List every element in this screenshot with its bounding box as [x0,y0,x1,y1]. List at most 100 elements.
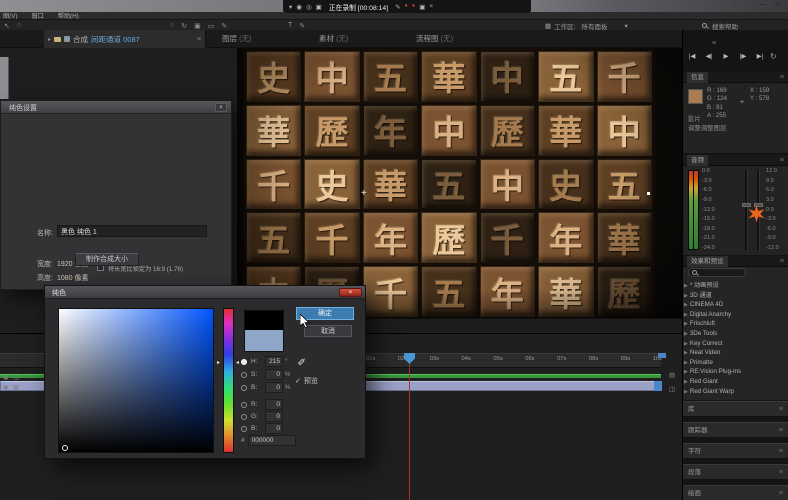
color-field-cursor[interactable] [62,445,68,451]
cancel-button[interactable]: 取消 [304,325,352,337]
panel-menu-icon[interactable]: ≡ [780,74,784,81]
dialog-titlebar[interactable]: 纯色设置 [1,101,231,114]
loop-icon[interactable]: ↻ [770,52,777,61]
slider-handle[interactable] [742,203,751,207]
saturation-brightness-field[interactable] [58,308,214,453]
expand-triangle-icon[interactable]: ▶ [684,369,688,375]
panel-menu-icon[interactable]: ≡ [779,423,783,437]
make-comp-size-button[interactable]: 制作合成大小 [75,253,139,266]
graph-icon[interactable]: ◫ [669,385,675,393]
selection-tool-icon[interactable]: ↖ [4,22,10,30]
channel-radio-b[interactable]: B:0% [241,382,290,393]
effects-category[interactable]: ▶CINEMA 4D [684,300,786,310]
panel-menu-icon[interactable]: ≡ [779,402,783,416]
radio-icon[interactable] [241,414,247,420]
info-panel-title[interactable]: 信息 [687,72,708,83]
effects-category[interactable]: ▶Neat Video [684,348,786,358]
shape-tool-icon[interactable]: ▭ [208,22,215,30]
effects-panel-title[interactable]: 效果和预设 [687,256,728,267]
graph-editor-icon[interactable]: ▤ [13,384,19,391]
name-input[interactable]: 黑色 纯色 1 [57,225,207,237]
work-area-end-marker[interactable] [658,353,666,358]
chevron-down-icon[interactable]: ▾ [289,3,292,11]
expand-triangle-icon[interactable]: ▶ [684,341,688,347]
hex-input[interactable]: 000000 [248,435,296,446]
chevron-down-icon[interactable]: ▾ [624,22,627,30]
effects-category[interactable]: ▶3D 通道 [684,291,786,301]
effects-category[interactable]: ▶* 动画预设 [684,281,786,291]
radio-icon[interactable] [241,359,247,365]
panel-menu-icon[interactable]: ≡ [779,444,783,458]
collapsed-panel-tab[interactable]: 段落≡ [683,464,788,480]
expand-triangle-icon[interactable]: ▶ [684,321,688,327]
close-icon[interactable]: × [776,0,780,10]
text-tool-icon[interactable]: T [288,22,292,29]
hue-arrow-right-icon[interactable]: ◂ [236,359,239,366]
expand-triangle-icon[interactable]: ▶ [684,312,688,318]
close-icon[interactable]: × [215,103,227,112]
audio-panel-title[interactable]: 音频 [687,155,708,166]
camera-icon[interactable]: ▣ [419,3,425,11]
effects-category[interactable]: ▶Frischluft [684,319,786,329]
height-value[interactable]: 1080 像素 [57,273,89,283]
collapsed-panel-tab[interactable]: 跟踪器≡ [683,422,788,438]
close-icon[interactable]: × [429,3,433,11]
pen-icon[interactable]: ✎ [395,3,400,11]
pen-tool-icon[interactable]: ✎ [221,22,227,30]
slider-handle[interactable] [754,203,763,207]
channel-radio-b-rgb[interactable]: B:0 [241,423,285,434]
layer-handle[interactable] [647,192,650,195]
radio-icon[interactable] [241,402,247,408]
rotate-tool-icon[interactable]: ↻ [181,22,187,30]
effects-search-input[interactable] [688,268,746,277]
radio-icon[interactable] [241,372,247,378]
frame-blend-icon[interactable]: ◫ [14,374,20,381]
play-button[interactable]: ▶ [719,51,733,62]
radio-icon[interactable] [241,385,247,391]
tab-composition[interactable]: ▸ 合成 间距通道 0087 ≡ [44,30,206,48]
move-gizmo-icon[interactable]: + [361,188,367,199]
expand-triangle-icon[interactable]: ▶ [684,331,688,337]
radio-icon[interactable] [241,426,247,432]
channel-radio-s[interactable]: S:0% [241,369,290,380]
preview-panel-menu-icon[interactable]: ≡ [712,40,716,47]
composition-mini-icon[interactable]: ▣ [3,374,9,381]
expand-triangle-icon[interactable]: ▶ [684,302,688,308]
camera-tool-icon[interactable]: ▣ [194,22,201,30]
panel-menu-icon[interactable]: ≡ [779,465,783,479]
effects-category[interactable]: ▶3De Tools [684,329,786,339]
next-frame-button[interactable]: |▶ [736,51,750,62]
magnifier-icon[interactable]: ◎ [306,3,312,11]
expand-triangle-icon[interactable]: ▶ [684,379,688,385]
hand-tool-icon[interactable]: ○ [17,22,21,29]
tab-footage[interactable]: 素材 (无) [319,30,349,48]
expand-triangle-icon[interactable]: ▶ [684,283,688,289]
effects-category[interactable]: ▶RE:Vision Plug-ins [684,367,786,377]
audio-slider-left[interactable] [745,170,748,250]
panel-menu-icon[interactable]: ≡ [780,157,784,164]
layer-bar-end-handle[interactable] [654,381,662,391]
channel-radio-r-rgb[interactable]: R:0 [241,399,285,410]
record-dot-icon[interactable]: ● [412,3,415,11]
motion-blur-icon[interactable]: ◉ [3,384,8,391]
collapsed-panel-tab[interactable]: 绘画≡ [683,485,788,500]
tab-flowchart[interactable]: 流程图 (无) [416,30,453,48]
eyedropper-icon[interactable]: ✎ [298,357,309,365]
minimize-icon[interactable]: — [759,0,766,10]
panel-menu-icon[interactable]: ≡ [780,258,784,265]
panel-menu-icon[interactable]: ≡ [197,36,201,43]
effects-category[interactable]: ▶Red Giant [684,377,786,387]
dialog-titlebar[interactable]: 纯色 [45,286,365,299]
channel-radio-g-rgb[interactable]: G:0 [241,411,285,422]
collapsed-panel-tab[interactable]: 库≡ [683,401,788,417]
expand-triangle-icon[interactable]: ▶ [684,389,688,395]
previous-frame-button[interactable]: ◀| [702,51,716,62]
frame-icon[interactable]: ▣ [316,3,322,11]
hue-arrow-left-icon[interactable]: ▸ [217,359,220,366]
expand-triangle-icon[interactable]: ▶ [684,293,688,299]
effects-category[interactable]: ▶Key Correct [684,339,786,349]
overlay-icon[interactable]: ◉ [296,3,302,11]
collapsed-panel-tab[interactable]: 字符≡ [683,443,788,459]
panel-menu-icon[interactable]: ≡ [779,486,783,500]
workspace-value[interactable]: 所有面板 [581,21,607,31]
